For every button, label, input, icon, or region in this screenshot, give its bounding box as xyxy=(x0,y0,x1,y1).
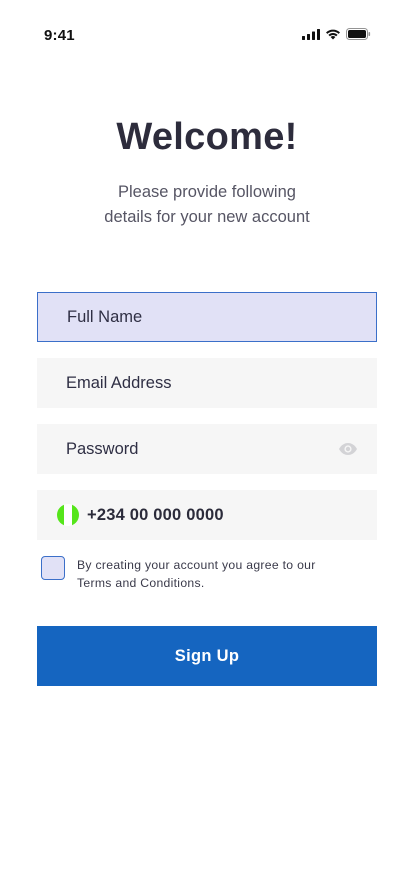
password-input[interactable] xyxy=(37,424,377,474)
email-field-container xyxy=(37,358,377,408)
wifi-icon xyxy=(326,29,340,39)
page-subtitle: Please provide following details for you… xyxy=(0,180,414,230)
page-title: Welcome! xyxy=(116,116,298,158)
full-name-input[interactable] xyxy=(38,293,376,341)
phone-field-container[interactable]: +234 00 000 0000 xyxy=(37,490,377,540)
subtitle-line-2: details for your new account xyxy=(104,208,310,226)
email-input[interactable] xyxy=(37,358,377,408)
status-bar: 9:41 xyxy=(0,0,414,70)
nigeria-flag-icon[interactable] xyxy=(57,504,79,526)
phone-number-value: +234 00 000 0000 xyxy=(87,506,224,524)
terms-checkbox[interactable] xyxy=(41,556,65,580)
status-time: 9:41 xyxy=(44,27,75,44)
terms-agreement-row: By creating your account you agree to ou… xyxy=(41,555,361,592)
password-field-container xyxy=(37,424,377,474)
cellular-signal-icon xyxy=(302,28,320,40)
terms-text: By creating your account you agree to ou… xyxy=(77,556,316,592)
eye-icon[interactable] xyxy=(338,440,358,458)
full-name-field-container xyxy=(37,292,377,342)
terms-text-line-1: By creating your account you agree to ou… xyxy=(77,558,316,572)
status-icons xyxy=(302,28,371,40)
subtitle-line-1: Please provide following xyxy=(118,183,296,201)
battery-icon xyxy=(346,28,371,40)
sign-up-button[interactable]: Sign Up xyxy=(37,626,377,686)
terms-text-line-2: Terms and Conditions. xyxy=(77,576,205,590)
